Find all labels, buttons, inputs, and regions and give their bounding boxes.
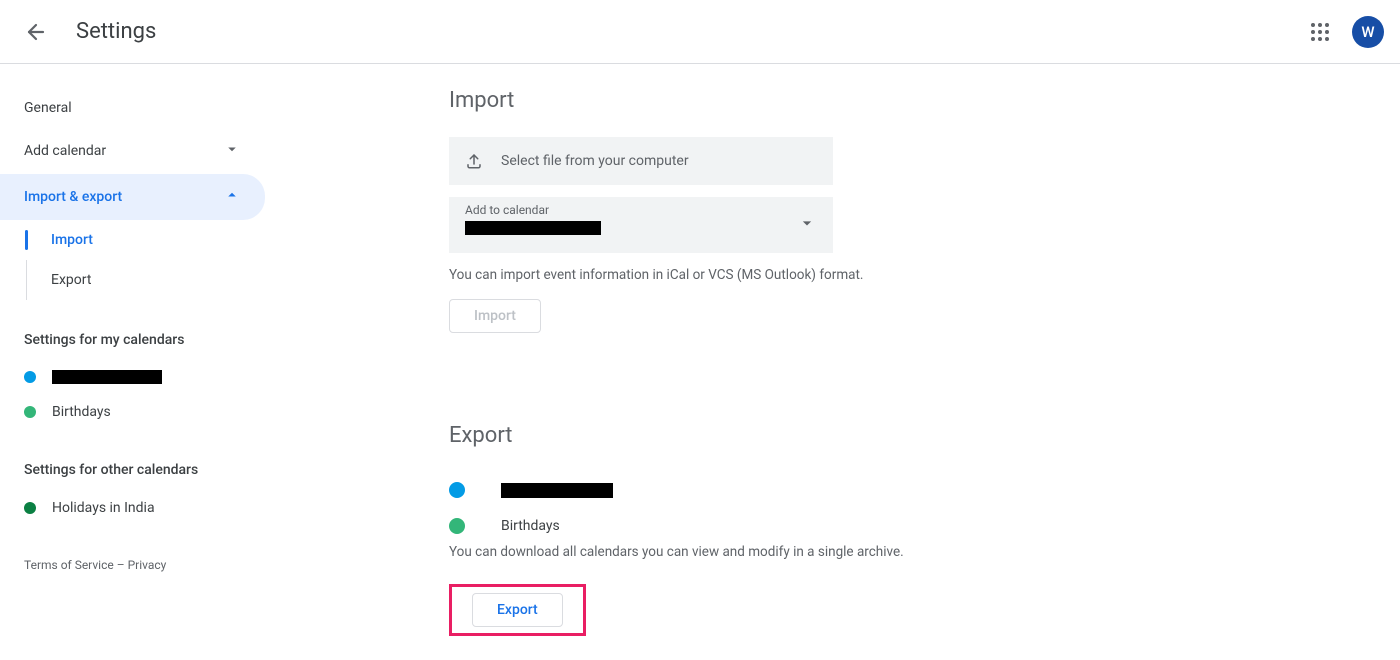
header: Settings W <box>0 0 1400 64</box>
add-to-calendar-dropdown[interactable]: Add to calendar <box>449 197 833 253</box>
import-help-text: You can import event information in iCal… <box>449 267 1376 283</box>
import-section: Import Select file from your computer Ad… <box>449 88 1376 333</box>
chevron-down-icon <box>223 140 241 162</box>
calendar-label: Holidays in India <box>52 500 155 516</box>
calendar-label: Birthdays <box>52 404 111 420</box>
upload-icon <box>465 152 483 170</box>
calendar-color-dot <box>449 518 465 534</box>
calendar-color-dot <box>24 371 36 383</box>
calendar-color-dot <box>24 406 36 418</box>
select-file-button[interactable]: Select file from your computer <box>449 137 833 185</box>
redacted-dropdown-value <box>465 221 601 235</box>
import-heading: Import <box>449 88 1376 113</box>
sidebar-calendar-item[interactable]: Birthdays <box>0 394 265 430</box>
footer-separator: – <box>114 558 128 572</box>
avatar[interactable]: W <box>1352 16 1384 48</box>
export-highlight-box: Export <box>449 584 586 636</box>
dropdown-arrow-icon <box>797 213 817 237</box>
sidebar-sub-items: Import Export <box>24 220 265 300</box>
sidebar-item-label: Import <box>51 232 93 248</box>
calendar-color-dot <box>449 482 465 498</box>
privacy-link[interactable]: Privacy <box>128 558 167 572</box>
sidebar-item-add-calendar[interactable]: Add calendar <box>0 128 265 174</box>
main-content: Import Select file from your computer Ad… <box>265 64 1400 660</box>
chevron-up-icon <box>223 186 241 208</box>
sidebar-item-general[interactable]: General <box>0 88 265 128</box>
terms-link[interactable]: Terms of Service <box>24 558 114 572</box>
import-button[interactable]: Import <box>449 299 541 333</box>
content: General Add calendar Import & export Imp… <box>0 64 1400 660</box>
sidebar-calendar-item[interactable]: Holidays in India <box>0 490 265 526</box>
sidebar-calendar-item[interactable] <box>0 360 265 394</box>
export-section: Export Birthdays You can download all ca… <box>449 423 1376 636</box>
sidebar-item-label: General <box>24 100 72 116</box>
dropdown-label: Add to calendar <box>465 203 817 217</box>
arrow-left-icon <box>24 20 48 44</box>
redacted-calendar-name <box>52 370 162 384</box>
sidebar-section-my-calendars: Settings for my calendars <box>0 300 265 360</box>
export-button[interactable]: Export <box>472 593 563 627</box>
redacted-calendar-name <box>501 483 613 498</box>
sidebar-item-label: Export <box>51 272 91 288</box>
sidebar-sub-export[interactable]: Export <box>27 260 265 300</box>
export-help-text: You can download all calendars you can v… <box>449 544 1376 560</box>
sidebar-item-label: Add calendar <box>24 143 106 159</box>
calendar-color-dot <box>24 502 36 514</box>
export-calendar-item: Birthdays <box>449 508 1376 544</box>
sidebar: General Add calendar Import & export Imp… <box>0 64 265 660</box>
sidebar-section-other-calendars: Settings for other calendars <box>0 430 265 490</box>
header-left: Settings <box>16 12 156 52</box>
sidebar-item-label: Import & export <box>24 189 122 205</box>
back-button[interactable] <box>16 12 56 52</box>
header-right: W <box>1300 12 1384 52</box>
sidebar-sub-import[interactable]: Import <box>27 220 265 260</box>
export-heading: Export <box>449 423 1376 448</box>
select-file-label: Select file from your computer <box>501 153 689 169</box>
apps-button[interactable] <box>1300 12 1340 52</box>
sidebar-item-import-export[interactable]: Import & export <box>0 174 265 220</box>
calendar-label: Birthdays <box>501 518 560 534</box>
export-calendar-item <box>449 472 1376 508</box>
apps-grid-icon <box>1311 23 1329 41</box>
page-title: Settings <box>76 19 156 44</box>
footer-links: Terms of Service – Privacy <box>0 526 265 604</box>
